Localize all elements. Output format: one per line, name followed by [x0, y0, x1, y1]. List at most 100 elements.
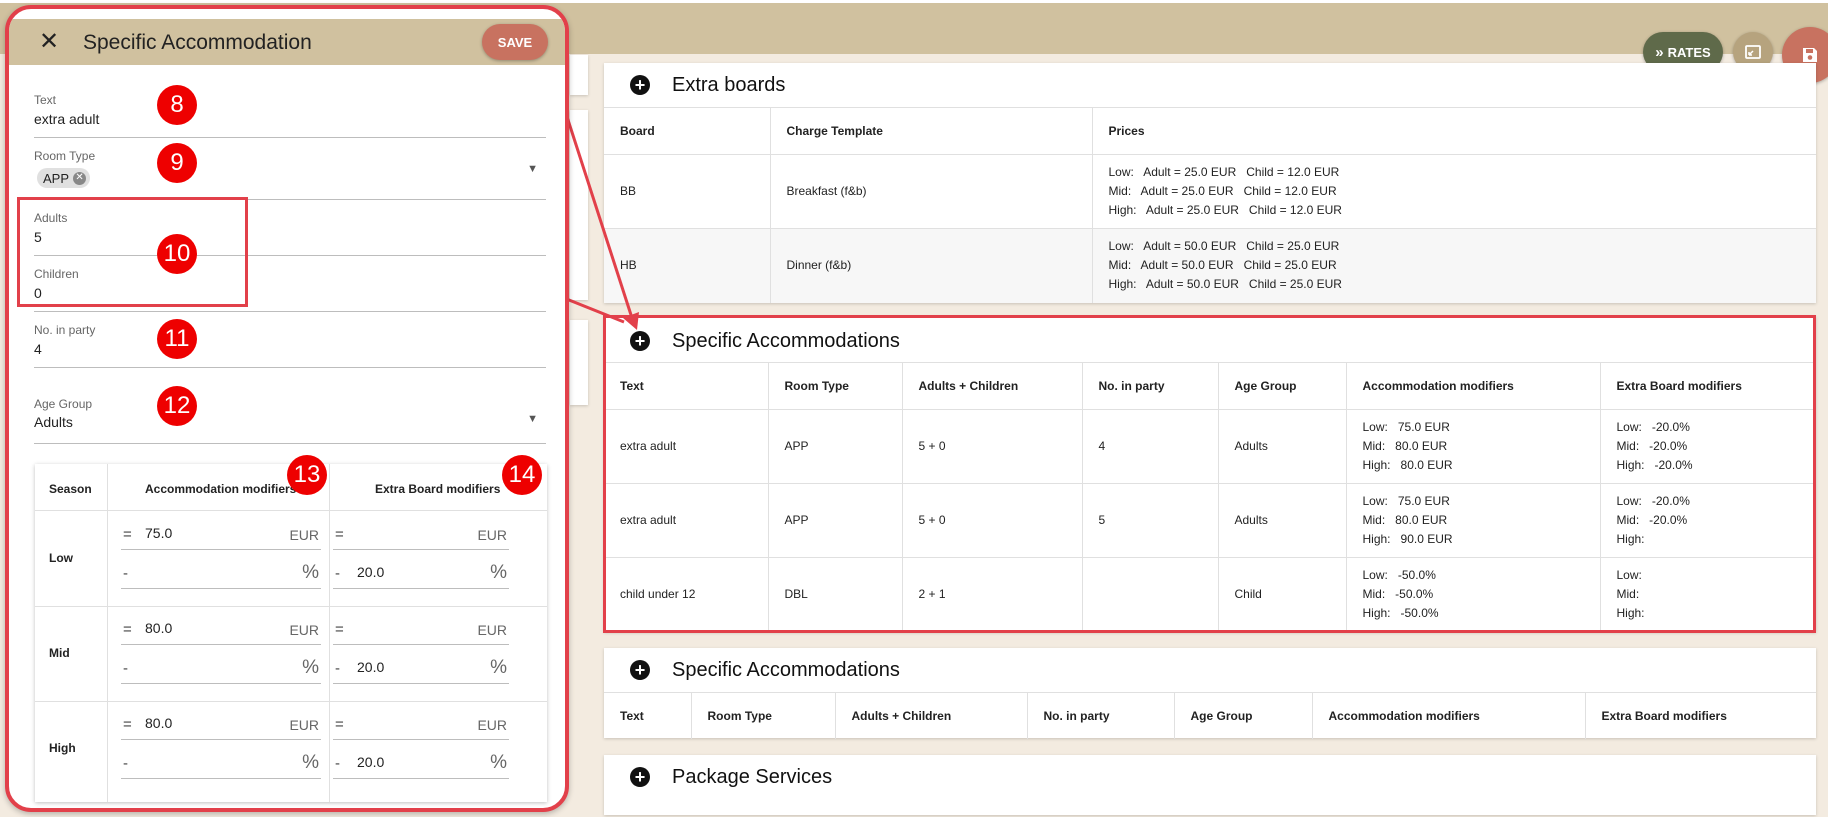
adults-label: Adults	[34, 211, 68, 225]
column-header[interactable]: Accommodation modifiers	[1346, 362, 1601, 410]
table-row[interactable]: extra adult APP 5 + 0 5 Adults Low: 75.0…	[604, 483, 1816, 558]
acc-modifiers-cell: Low: 75.0 EUR Mid: 80.0 EUR High: 90.0 E…	[1346, 483, 1601, 558]
party-value: 4	[34, 341, 42, 357]
add-circle-icon[interactable]: +	[630, 75, 650, 95]
template-cell: Breakfast (f&b)	[770, 154, 1093, 229]
acc-eur-input[interactable]: = 80.0 EUR	[121, 701, 321, 740]
chip-remove-icon[interactable]: ✕	[73, 171, 87, 185]
minus-operator: -	[335, 660, 340, 677]
board-eur-input[interactable]: = EUR	[333, 511, 509, 550]
table-row[interactable]: child under 12 DBL 2 + 1 Child Low: -50.…	[604, 557, 1816, 632]
adults-children-cell: 2 + 1	[902, 557, 1083, 632]
specific-accommodations-card: + Specific Accommodations Text Room Type…	[604, 316, 1816, 632]
package-services-title-text: Package Services	[672, 765, 833, 788]
column-header[interactable]: Age Group	[1218, 362, 1347, 410]
text-field[interactable]: Text extra adult	[34, 79, 546, 138]
party-label: No. in party	[34, 323, 96, 337]
unit-label: EUR	[289, 717, 319, 733]
board-pct-input[interactable]: - 20.0 %	[333, 645, 509, 684]
column-header[interactable]: Room Type	[768, 362, 903, 410]
close-icon[interactable]: ✕	[39, 27, 59, 56]
save-button[interactable]: SAVE	[482, 24, 548, 60]
board-modifiers-cell: Low: -20.0% Mid: -20.0% High:	[1600, 483, 1816, 558]
unit-label: EUR	[477, 717, 507, 733]
extra-boards-table: Board Charge Template Prices BB Breakfas…	[604, 107, 1816, 303]
acc-eur-input[interactable]: = 75.0 EUR	[121, 511, 321, 550]
text-cell: child under 12	[604, 557, 769, 632]
age-group-cell: Child	[1218, 557, 1347, 632]
column-header[interactable]: Adults + Children	[902, 362, 1083, 410]
equals-operator: =	[123, 526, 132, 543]
room-type-chip[interactable]: APP ✕	[37, 168, 91, 188]
add-circle-icon[interactable]: +	[630, 767, 650, 787]
column-header[interactable]: Text	[604, 362, 769, 410]
acc-pct-input[interactable]: - %	[121, 740, 321, 779]
age-group-select[interactable]: Age Group Adults ▼	[34, 367, 546, 444]
column-header[interactable]: No. in party	[1027, 692, 1175, 739]
acc-modifiers-cell: Low: -50.0% Mid: -50.0% High: -50.0%	[1346, 557, 1601, 632]
add-circle-icon[interactable]: +	[630, 331, 650, 351]
column-header[interactable]: Accommodation modifiers	[1312, 692, 1586, 739]
adults-children-cell: 5 + 0	[902, 483, 1083, 558]
children-value: 0	[34, 285, 42, 301]
unit-label: %	[490, 657, 507, 678]
panel-stub	[570, 55, 588, 95]
panel-stub	[570, 320, 588, 405]
annotation-badge: 12	[157, 386, 197, 426]
input-value: 75.0	[145, 525, 173, 541]
column-header[interactable]: Prices	[1092, 107, 1816, 155]
input-value: 20.0	[357, 754, 385, 770]
board-eur-input[interactable]: = EUR	[333, 701, 509, 740]
equals-operator: =	[335, 621, 344, 638]
column-header[interactable]: No. in party	[1082, 362, 1219, 410]
acc-pct-input[interactable]: - %	[121, 645, 321, 684]
column-header[interactable]: Board	[604, 107, 771, 155]
column-header[interactable]: Text	[604, 692, 692, 739]
column-header[interactable]: Extra Board modifiers	[1600, 362, 1816, 410]
party-field[interactable]: No. in party 4	[34, 311, 546, 368]
acc-pct-input[interactable]: - %	[121, 550, 321, 589]
equals-operator: =	[123, 716, 132, 733]
table-row[interactable]: extra adult APP 5 + 0 4 Adults Low: 75.0…	[604, 409, 1816, 484]
column-header[interactable]: Adults + Children	[835, 692, 1028, 739]
acc-eur-input[interactable]: = 80.0 EUR	[121, 606, 321, 645]
unit-label: %	[490, 562, 507, 583]
adults-children-cell: 5 + 0	[902, 409, 1083, 484]
text-cell: extra adult	[604, 483, 769, 558]
acc-modifiers-cell: Low: 75.0 EUR Mid: 80.0 EUR High: 80.0 E…	[1346, 409, 1601, 484]
season-row-mid: Mid = 80.0 EUR - % = EUR - 20.0 %	[35, 606, 547, 702]
floppy-disk-icon	[1803, 48, 1817, 62]
panel-stub	[570, 110, 588, 300]
room-type-chip-label: APP	[43, 170, 70, 186]
children-field[interactable]: Children 0	[34, 255, 546, 312]
column-header[interactable]: Room Type	[691, 692, 836, 739]
dropdown-arrow-icon[interactable]: ▼	[527, 163, 538, 175]
unit-label: EUR	[289, 527, 319, 543]
column-header[interactable]: Extra Board modifiers	[1585, 692, 1816, 739]
table-row[interactable]: HB Dinner (f&b) Low: Adult = 50.0 EUR Ch…	[604, 228, 1816, 303]
adults-field[interactable]: Adults 5	[34, 199, 546, 256]
season-name: Low	[49, 551, 73, 565]
room-type-select[interactable]: Room Type APP ✕ ▼	[34, 137, 546, 200]
annotation-badge: 14	[502, 455, 542, 495]
board-cell: HB	[604, 228, 771, 303]
column-header[interactable]: Charge Template	[770, 107, 1093, 155]
board-eur-input[interactable]: = EUR	[333, 606, 509, 645]
unit-label: EUR	[477, 527, 507, 543]
minus-operator: -	[123, 660, 128, 677]
text-field-value: extra adult	[34, 111, 100, 127]
column-header[interactable]: Age Group	[1174, 692, 1313, 739]
season-modifiers-table: Season Accommodation modifiers Extra Boa…	[35, 464, 547, 802]
input-value: 80.0	[145, 620, 173, 636]
board-pct-input[interactable]: - 20.0 %	[333, 740, 509, 779]
unit-label: %	[490, 752, 507, 773]
add-circle-icon[interactable]: +	[630, 660, 650, 680]
annotation-badge: 11	[157, 319, 197, 359]
dropdown-arrow-icon[interactable]: ▼	[527, 413, 538, 425]
table-row[interactable]: BB Breakfast (f&b) Low: Adult = 25.0 EUR…	[604, 154, 1816, 229]
specific-accommodations-table: Text Room Type Adults + Children No. in …	[604, 362, 1816, 632]
board-cell: BB	[604, 154, 771, 229]
board-pct-input[interactable]: - 20.0 %	[333, 550, 509, 589]
package-services-card: + Package Services	[604, 755, 1816, 815]
extra-boards-card: + Extra boards Board Charge Template Pri…	[604, 63, 1816, 303]
